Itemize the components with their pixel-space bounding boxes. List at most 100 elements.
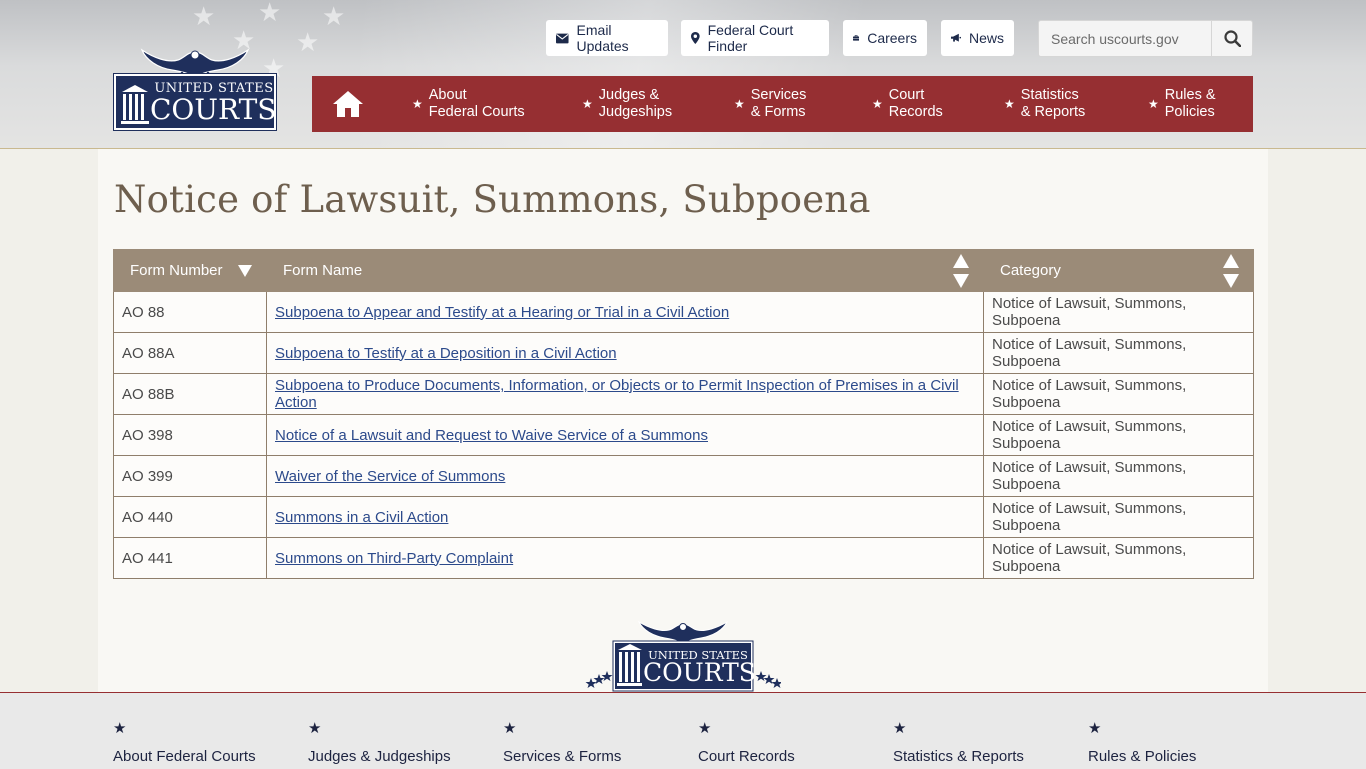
star-icon: ★ — [893, 719, 906, 737]
table-row: AO 441 Summons on Third-Party Complaint … — [114, 538, 1254, 579]
form-link[interactable]: Notice of a Lawsuit and Request to Waive… — [275, 427, 708, 444]
search-button[interactable] — [1211, 21, 1252, 56]
search-icon — [1224, 30, 1241, 47]
table-row: AO 88B Subpoena to Produce Documents, In… — [114, 374, 1254, 415]
form-number-cell: AO 88B — [114, 374, 267, 415]
star-icon: ★ — [113, 719, 126, 737]
sort-both-icon — [953, 254, 969, 288]
table-row: AO 88A Subpoena to Testify at a Depositi… — [114, 333, 1254, 374]
column-header-label: Form Name — [283, 262, 362, 279]
map-pin-icon — [691, 31, 700, 45]
form-number-cell: AO 398 — [114, 415, 267, 456]
form-name-cell: Notice of a Lawsuit and Request to Waive… — [267, 415, 984, 456]
footer-nav-label: About Federal Courts — [113, 748, 256, 765]
search-box — [1038, 20, 1253, 57]
nav-statistics-reports-label: Statistics & Reports — [1021, 87, 1085, 121]
footer-nav-label: Statistics & Reports — [893, 748, 1024, 765]
form-name-cell: Summons on Third-Party Complaint — [267, 538, 984, 579]
form-name-cell: Waiver of the Service of Summons — [267, 456, 984, 497]
table-row: AO 88 Subpoena to Appear and Testify at … — [114, 292, 1254, 333]
search-input[interactable] — [1039, 21, 1221, 56]
nav-about-federal-courts[interactable]: ★ About Federal Courts — [412, 76, 525, 132]
category-cell: Notice of Lawsuit, Summons, Subpoena — [984, 497, 1254, 538]
nav-rules-policies-label: Rules & Policies — [1165, 87, 1216, 121]
form-link[interactable]: Subpoena to Testify at a Deposition in a… — [275, 345, 617, 362]
form-number-cell: AO 88 — [114, 292, 267, 333]
category-cell: Notice of Lawsuit, Summons, Subpoena — [984, 333, 1254, 374]
form-number-cell: AO 440 — [114, 497, 267, 538]
sort-descending-icon — [238, 265, 252, 277]
nav-judges-judgeships[interactable]: ★ Judges & Judgeships — [582, 76, 672, 132]
courthouse-icon — [120, 84, 150, 126]
form-link[interactable]: Summons in a Civil Action — [275, 509, 448, 526]
logo-plate: UNITED STATES COURTS — [114, 74, 276, 130]
forms-table: Form Number Form Name Category AO 88 Sub… — [113, 249, 1254, 579]
federal-court-finder-button[interactable]: Federal Court Finder — [681, 20, 829, 56]
column-header-category[interactable]: Category — [984, 250, 1254, 292]
site-header: ★ ★ ★ ★ ★ ★ UNITED STATES COURTS — [0, 0, 1366, 149]
star-icon: ★ — [503, 719, 516, 737]
column-header-form-number[interactable]: Form Number — [114, 250, 267, 292]
footer-nav-label: Services & Forms — [503, 748, 621, 765]
form-number-cell: AO 399 — [114, 456, 267, 497]
news-label: News — [969, 30, 1004, 46]
footer-nav-label: Court Records — [698, 748, 795, 765]
category-cell: Notice of Lawsuit, Summons, Subpoena — [984, 538, 1254, 579]
nav-statistics-reports[interactable]: ★ Statistics & Reports — [1004, 76, 1085, 132]
category-cell: Notice of Lawsuit, Summons, Subpoena — [984, 456, 1254, 497]
star-icon: ★ — [582, 96, 593, 113]
star-icon: ★ — [1088, 719, 1101, 737]
sort-both-icon — [1223, 254, 1239, 288]
form-number-cell: AO 441 — [114, 538, 267, 579]
star-icon: ★ — [1004, 96, 1015, 113]
briefcase-icon — [853, 32, 859, 44]
news-button[interactable]: News — [941, 20, 1014, 56]
footer-logo-line2: COURTS — [643, 658, 751, 688]
logo-line2: COURTS — [150, 94, 276, 126]
nav-rules-policies[interactable]: ★ Rules & Policies — [1148, 76, 1216, 132]
star-icon: ★ — [734, 96, 745, 113]
federal-court-finder-label: Federal Court Finder — [708, 22, 819, 54]
footer-nav-label: Rules & Policies — [1088, 748, 1196, 765]
star-icon: ★ — [308, 719, 321, 737]
nav-court-records[interactable]: ★ Court Records — [872, 76, 943, 132]
form-number-cell: AO 88A — [114, 333, 267, 374]
home-icon — [332, 90, 364, 118]
form-name-cell: Subpoena to Produce Documents, Informati… — [267, 374, 984, 415]
site-footer: ★ About Federal Courts ★ Judges & Judges… — [0, 692, 1366, 769]
column-header-label: Form Number — [130, 262, 223, 279]
nav-services-forms-label: Services & Forms — [751, 87, 807, 121]
form-name-cell: Subpoena to Appear and Testify at a Hear… — [267, 292, 984, 333]
category-cell: Notice of Lawsuit, Summons, Subpoena — [984, 292, 1254, 333]
form-link[interactable]: Subpoena to Produce Documents, Informati… — [275, 377, 959, 411]
star-icon: ★ — [872, 96, 883, 113]
category-cell: Notice of Lawsuit, Summons, Subpoena — [984, 415, 1254, 456]
careers-label: Careers — [867, 30, 917, 46]
form-link[interactable]: Summons on Third-Party Complaint — [275, 550, 513, 567]
form-name-cell: Subpoena to Testify at a Deposition in a… — [267, 333, 984, 374]
footer-logo[interactable]: UNITED STATES COURTS — [585, 620, 781, 692]
footer-nav-label: Judges & Judgeships — [308, 748, 451, 765]
table-row: AO 398 Notice of a Lawsuit and Request t… — [114, 415, 1254, 456]
envelope-icon — [556, 33, 569, 44]
column-header-form-name[interactable]: Form Name — [267, 250, 984, 292]
nav-judges-judgeships-label: Judges & Judgeships — [599, 87, 672, 121]
home-button[interactable] — [312, 76, 384, 132]
star-icon: ★ — [698, 719, 711, 737]
star-icon: ★ — [1148, 96, 1159, 113]
table-header-row: Form Number Form Name Category — [114, 250, 1254, 292]
form-name-cell: Summons in a Civil Action — [267, 497, 984, 538]
star-icon: ★ — [412, 96, 423, 113]
main-navigation: ★ About Federal Courts ★ Judges & Judges… — [312, 76, 1253, 132]
category-cell: Notice of Lawsuit, Summons, Subpoena — [984, 374, 1254, 415]
megaphone-icon — [951, 32, 961, 44]
nav-services-forms[interactable]: ★ Services & Forms — [734, 76, 806, 132]
careers-button[interactable]: Careers — [843, 20, 927, 56]
nav-about-federal-courts-label: About Federal Courts — [429, 87, 525, 121]
email-updates-button[interactable]: Email Updates — [546, 20, 668, 56]
site-logo[interactable]: UNITED STATES COURTS — [114, 46, 276, 131]
form-link[interactable]: Waiver of the Service of Summons — [275, 468, 505, 485]
email-updates-label: Email Updates — [577, 22, 658, 54]
form-link[interactable]: Subpoena to Appear and Testify at a Hear… — [275, 304, 729, 321]
table-row: AO 440 Summons in a Civil Action Notice … — [114, 497, 1254, 538]
